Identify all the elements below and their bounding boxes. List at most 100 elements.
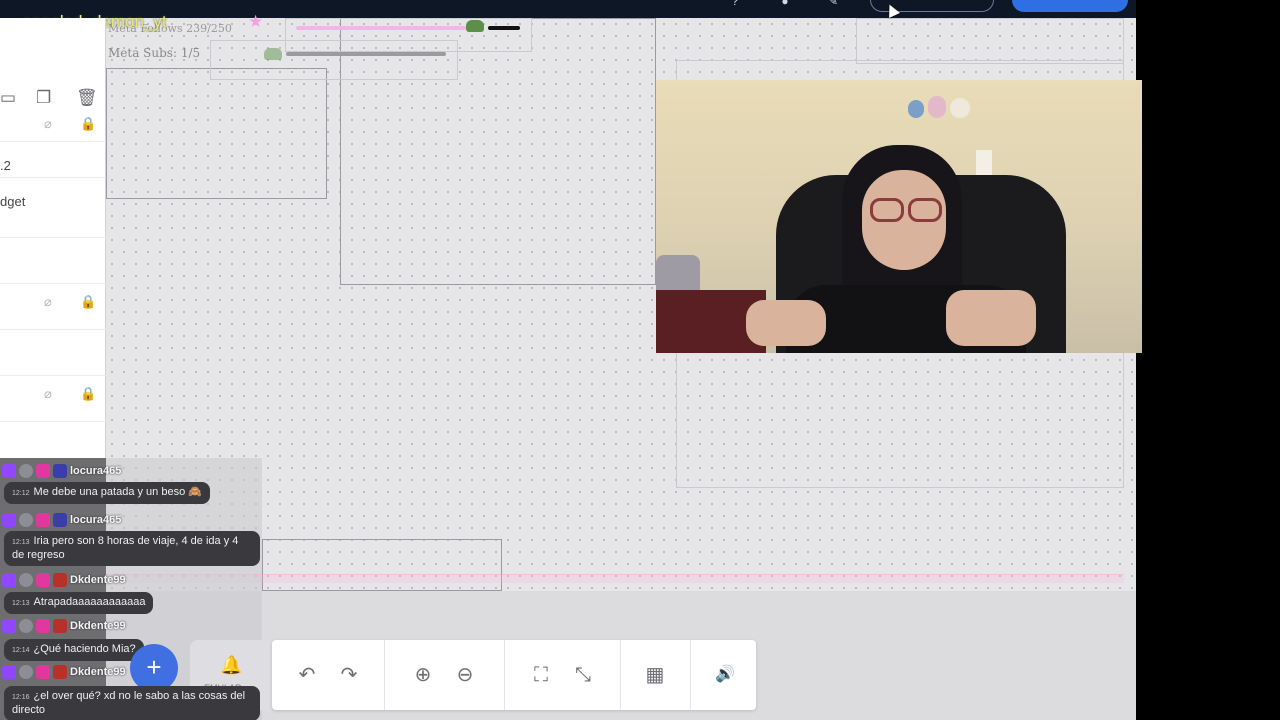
help-icon[interactable]: ?: [728, 0, 742, 8]
layer-row[interactable]: .2: [0, 142, 106, 178]
canvas-toolbar: ↶ ↷ ⊕ ⊖ ⛶ ⤡ ▦ 🔊: [272, 640, 756, 710]
zoom-in-icon[interactable]: ⊕: [410, 664, 436, 686]
widget-frame[interactable]: [106, 68, 327, 199]
follows-progress-bar: [296, 26, 466, 30]
lock-icon[interactable]: 🔒: [80, 386, 96, 402]
twitch-icon: [2, 513, 16, 527]
layer-row[interactable]: ⌀ 🔒: [0, 376, 106, 422]
frog-emote-icon: [466, 20, 484, 32]
copy-icon[interactable]: ❐: [36, 88, 51, 108]
layer-row[interactable]: [0, 330, 106, 376]
chat-text: ¿el over qué? xd no le sabo a las cosas …: [12, 690, 246, 716]
add-widget-button[interactable]: +: [130, 644, 178, 692]
chat-text: Me debe una patada y un beso 🙈: [33, 486, 202, 498]
widget-frame[interactable]: [210, 40, 458, 80]
bell-icon[interactable]: 🔔: [220, 655, 242, 676]
twitch-icon: [2, 464, 16, 478]
chat-message: 12:13 Atrapadaaaaaaaaaaaa: [4, 592, 154, 614]
twitch-icon: [2, 619, 16, 633]
chat-message: 12:14 ¿Qué haciendo Mia?: [4, 639, 144, 661]
chat-timestamp: 12:12: [12, 490, 30, 497]
sound-icon[interactable]: 🔊: [712, 664, 738, 686]
widget-frame[interactable]: [262, 539, 502, 591]
obs-overlay-editor: ? ● ✎ Meta Follows 239/250 Meta Subs: 1/…: [0, 0, 1280, 720]
chat-message: 12:12 Me debe una patada y un beso 🙈: [4, 482, 210, 504]
chat-timestamp: 12:13: [12, 600, 30, 607]
toolbar-divider: [620, 640, 621, 710]
layer-row[interactable]: [0, 238, 106, 284]
left-hand: [746, 300, 826, 346]
heart-badge-icon: [36, 464, 50, 478]
chat-user-row: Dkdente99: [2, 618, 126, 634]
sub-badge-icon: [53, 513, 67, 527]
follows-progress-end: [488, 26, 520, 30]
heart-badge-icon: [36, 573, 50, 587]
avatar: [19, 573, 33, 587]
window-edge: [1136, 0, 1280, 720]
layer-row[interactable]: ⌀ 🔒: [0, 284, 106, 330]
webcam-feed: [656, 80, 1142, 353]
chat-message: 12:13 Iria pero son 8 horas de viaje, 4 d…: [4, 531, 260, 566]
chat-username: locura465: [70, 465, 122, 477]
frog-emote-icon: [264, 48, 282, 60]
trash-icon[interactable]: 🗑: [76, 88, 98, 108]
chat-username: Dkdente99: [70, 666, 126, 678]
visibility-off-icon[interactable]: ⌀: [44, 386, 52, 402]
heart-badge-icon: [36, 619, 50, 633]
chat-user-row: Dkdente99: [2, 572, 126, 588]
pen-icon[interactable]: ✎: [826, 0, 840, 8]
avatar: [19, 513, 33, 527]
chat-user-row: locura465: [2, 463, 121, 479]
grid-icon[interactable]: ▦: [642, 664, 668, 686]
avatar: [19, 665, 33, 679]
zoom-out-icon[interactable]: ⊖: [452, 664, 478, 686]
lock-icon[interactable]: 🔒: [80, 294, 96, 310]
heart-badge-icon: [36, 513, 50, 527]
star-icon: ★: [248, 12, 264, 31]
fullscreen-icon[interactable]: ⛶: [528, 664, 554, 686]
chat-message: 12:16 ¿el over qué? xd no le sabo a las c…: [4, 686, 260, 720]
heart-badge-icon: [36, 665, 50, 679]
right-hand: [946, 290, 1036, 346]
widget-frame[interactable]: [856, 18, 1124, 64]
primary-action-button[interactable]: [1012, 0, 1128, 12]
sub-badge-icon: [53, 619, 67, 633]
chat-timestamp: 12:16: [12, 694, 30, 701]
layer-row[interactable]: dget: [0, 178, 106, 238]
chat-username: Dkdente99: [70, 620, 126, 632]
avatar: [19, 619, 33, 633]
toolbar-divider: [384, 640, 385, 710]
twitch-icon: [2, 665, 16, 679]
undo-icon[interactable]: ↶: [294, 664, 320, 686]
chat-user-row: locura465: [2, 512, 121, 528]
folder-icon[interactable]: ▭: [0, 88, 16, 108]
twitch-icon: [2, 573, 16, 587]
avatar: [19, 464, 33, 478]
layer-row[interactable]: ⌀ 🔒: [0, 106, 106, 142]
user-icon[interactable]: ●: [778, 0, 792, 8]
visibility-off-icon[interactable]: ⌀: [44, 116, 52, 132]
chat-user-row: Dkdente99: [2, 664, 126, 680]
layer-label: dget: [0, 194, 26, 209]
subs-progress-bar: [286, 52, 446, 56]
sub-badge-icon: [53, 665, 67, 679]
chat-text: Iria pero son 8 horas de viaje, 4 de ida…: [12, 535, 239, 561]
redo-icon[interactable]: ↷: [336, 664, 362, 686]
meta-subs-label: Meta Subs: 1/5: [108, 46, 201, 60]
layers-sidebar: ▭ ❐ 🗑 ⌀ 🔒 .2 dget ⌀ 🔒 ⌀ 🔒: [0, 18, 106, 458]
exit-fullscreen-icon[interactable]: ⤡: [570, 664, 596, 686]
chat-timestamp: 12:13: [12, 539, 30, 546]
toolbar-divider: [690, 640, 691, 710]
chat-username: locura465: [70, 514, 122, 526]
sub-badge-icon: [53, 573, 67, 587]
top-bar: ? ● ✎: [0, 0, 1136, 18]
chat-timestamp: 12:14: [12, 647, 30, 654]
layer-label: .2: [0, 158, 11, 173]
visibility-off-icon[interactable]: ⌀: [44, 294, 52, 310]
glasses: [870, 198, 946, 222]
sub-badge-icon: [53, 464, 67, 478]
chat-text: Atrapadaaaaaaaaaaaa: [33, 596, 146, 608]
lock-icon[interactable]: 🔒: [80, 116, 96, 132]
shelf-toys: [896, 94, 976, 122]
chat-text: ¿Qué haciendo Mia?: [33, 643, 136, 655]
